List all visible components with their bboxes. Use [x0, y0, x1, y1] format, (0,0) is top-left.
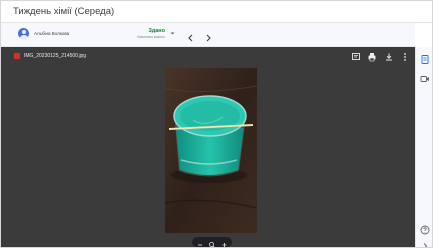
download-icon [386, 53, 392, 61]
file-toolbar: IMG_20230125_214500.jpg [1, 47, 415, 65]
dropdown-arrow-icon [170, 32, 175, 35]
status-badge: Здано [148, 28, 165, 34]
help-button[interactable] [418, 223, 432, 237]
status-subtext: Виконано вчасно [137, 35, 165, 39]
comment-button[interactable] [350, 50, 362, 62]
video-button[interactable] [418, 72, 432, 86]
help-icon [420, 225, 430, 235]
right-side-rail [415, 47, 432, 247]
details-panel-button[interactable] [418, 53, 432, 67]
details-icon [421, 55, 429, 64]
page-title: Тиждень хімії (Середа) [13, 6, 115, 17]
print-icon [368, 53, 376, 62]
zoom-out-button[interactable] [194, 237, 206, 247]
image-file-icon [14, 53, 20, 59]
zoom-out-icon [198, 244, 202, 246]
status-block: Здано Виконано вчасно [119, 28, 165, 42]
zoom-in-icon [222, 243, 227, 247]
video-icon [420, 76, 429, 82]
classroom-submission-window: Тиждень хімії (Середа) Альбіна Волкова З… [0, 0, 433, 248]
student-name: Альбіна Волкова [34, 31, 70, 36]
zoom-in-button[interactable] [219, 237, 231, 247]
avatar [18, 28, 29, 39]
expand-rail-button[interactable] [418, 239, 432, 247]
download-button[interactable] [383, 50, 395, 62]
chevron-right-icon [423, 243, 428, 247]
file-viewer: IMG_20230125_214500.jpg [1, 47, 415, 247]
comment-icon [352, 53, 360, 60]
chevron-right-icon [206, 34, 211, 42]
print-button[interactable] [366, 50, 378, 62]
status-dropdown-button[interactable] [168, 29, 177, 38]
more-options-button[interactable] [399, 50, 411, 62]
submitted-photo [165, 68, 257, 233]
chevron-left-icon [188, 34, 193, 42]
zoom-button[interactable] [206, 237, 218, 247]
submission-header: Альбіна Волкова Здано Виконано вчасно [1, 23, 415, 47]
zoom-controls [192, 237, 232, 247]
photo-glass-of-liquid [165, 68, 257, 233]
file-name: IMG_20230125_214500.jpg [24, 53, 86, 59]
more-vertical-icon [404, 53, 406, 61]
previous-student-button[interactable] [186, 30, 196, 42]
zoom-icon [209, 242, 215, 247]
title-bar: Тиждень хімії (Середа) [1, 1, 432, 23]
next-student-button[interactable] [203, 30, 213, 42]
